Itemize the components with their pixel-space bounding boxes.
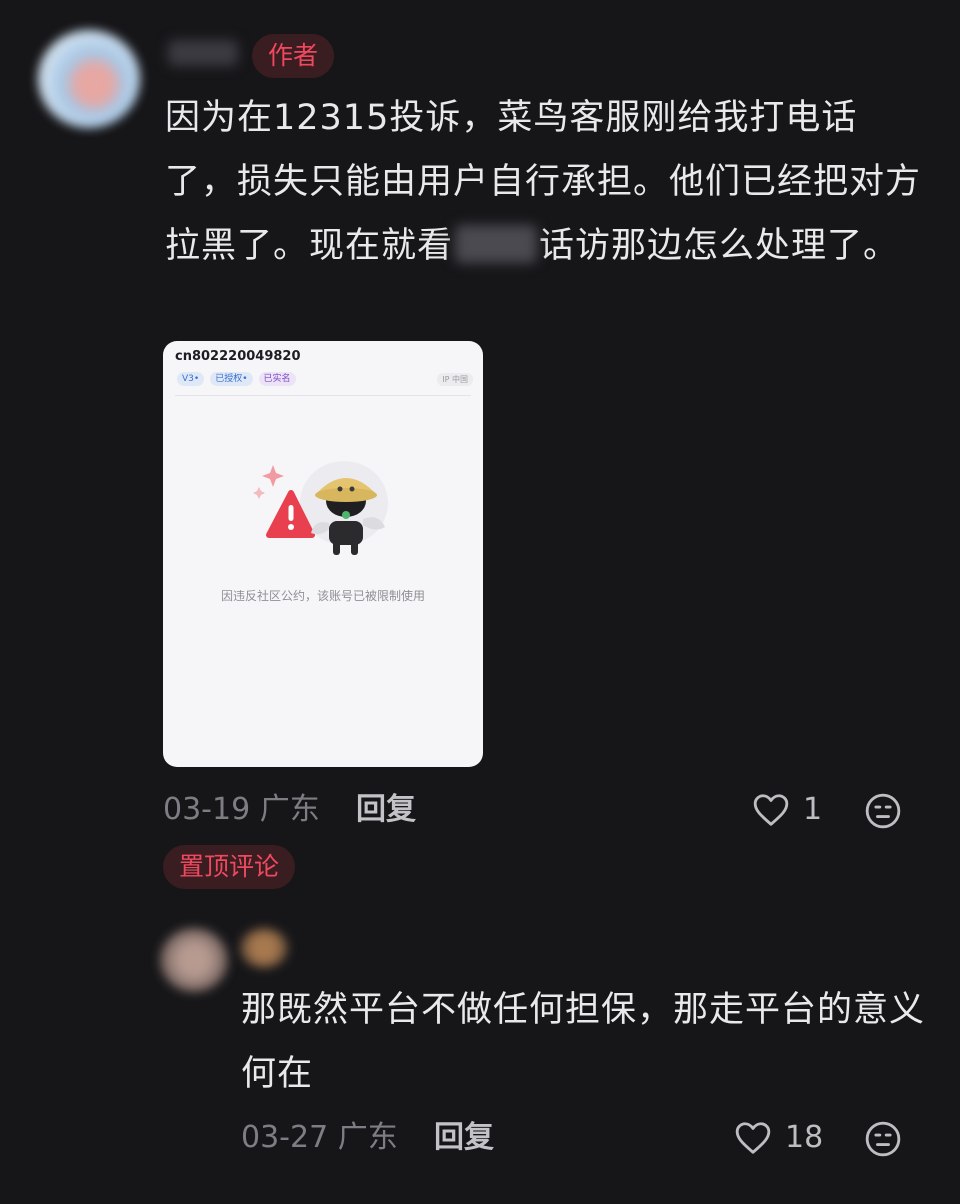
reply-button[interactable]: 回复 <box>356 790 416 830</box>
author-badge: 作者 <box>252 34 335 78</box>
divider <box>175 395 471 396</box>
like-count: 18 <box>785 1120 824 1155</box>
level-tag: V3• <box>177 372 205 386</box>
pinned-comment-badge: 置顶评论 <box>163 845 296 889</box>
verified-tag: 已实名 <box>258 372 296 386</box>
mascot-illustration <box>253 461 388 555</box>
heart-icon[interactable] <box>734 1120 772 1156</box>
heart-icon[interactable] <box>752 792 790 828</box>
comment-meta: 03-27 广东 <box>241 1118 398 1158</box>
restriction-notice: 因违反社区公约，该账号已被限制使用 <box>220 589 425 603</box>
user-avatar-secondary[interactable] <box>240 928 288 968</box>
reply-button[interactable]: 回复 <box>434 1118 494 1158</box>
comment-text: 因为在12315投诉，菜鸟客服刚给我打电话了，损失只能由用户自行承担。他们已经把… <box>165 86 925 278</box>
like-count: 1 <box>803 792 823 827</box>
authorized-tag: 已授权• <box>210 372 253 386</box>
emoji-icon[interactable] <box>864 1120 902 1158</box>
comment-location: 广东 <box>259 792 320 827</box>
ip-tag: IP 中国 <box>437 373 473 386</box>
account-tags: V3• 已授权• 已实名 <box>177 372 296 386</box>
attached-screenshot[interactable]: cn802220049820 V3• 已授权• 已实名 IP 中国 因违反社区公… <box>163 341 483 767</box>
comment-date: 03-19 <box>163 792 251 827</box>
redacted-text <box>455 225 538 263</box>
account-id: cn802220049820 <box>175 349 301 364</box>
comment-text-part2: 话访那边怎么处理了。 <box>539 226 900 266</box>
author-name-redacted[interactable] <box>168 40 238 66</box>
emoji-icon[interactable] <box>864 792 902 830</box>
comment-location: 广东 <box>337 1120 398 1155</box>
user-avatar[interactable] <box>160 928 228 992</box>
author-avatar[interactable] <box>38 30 140 128</box>
comment-date: 03-27 <box>241 1120 329 1155</box>
comment-meta: 03-19 广东 <box>163 790 320 830</box>
reply-text: 那既然平台不做任何担保，那走平台的意义何在 <box>241 990 926 1094</box>
